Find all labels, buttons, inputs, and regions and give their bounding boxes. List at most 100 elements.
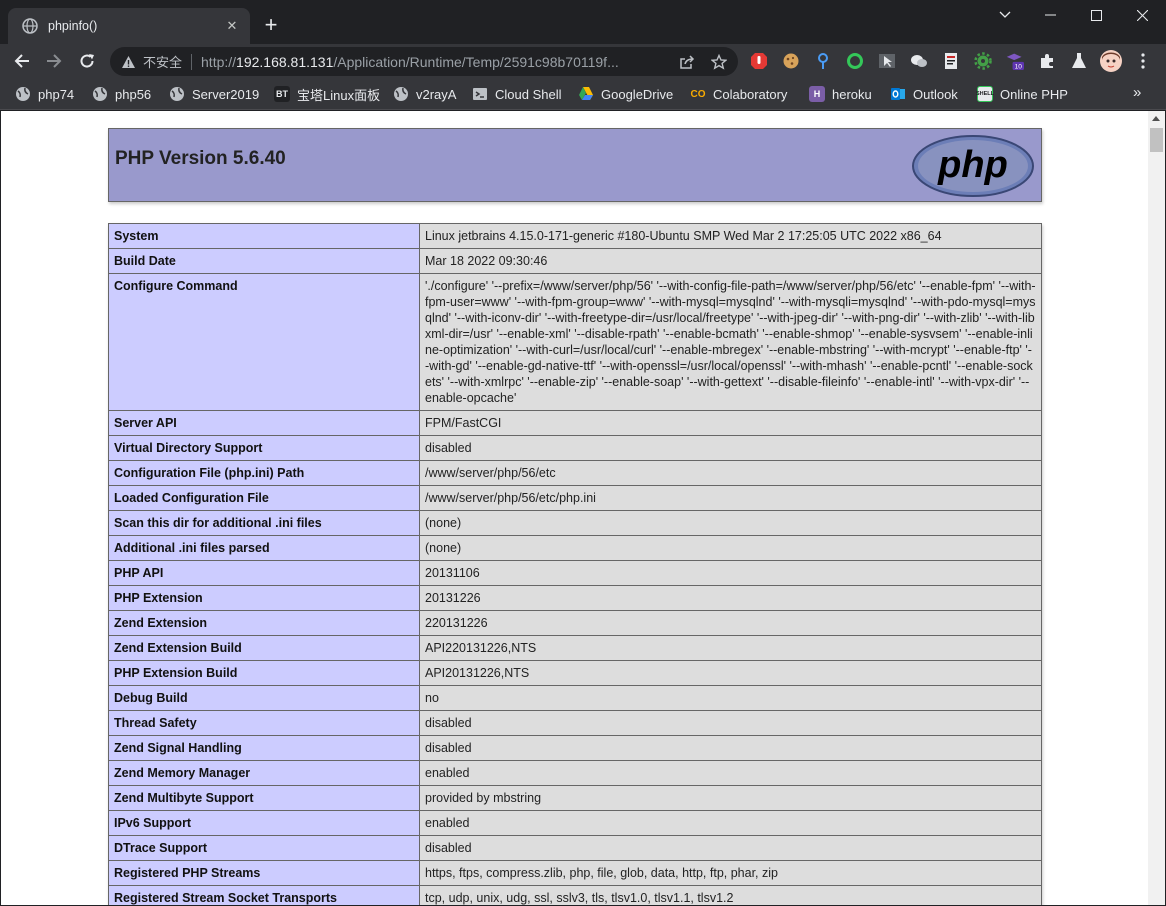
table-row: Zend Multibyte Support provided by mbstri… bbox=[108, 785, 1042, 811]
vertical-scrollbar[interactable] bbox=[1148, 111, 1165, 905]
flask-icon[interactable] bbox=[1070, 52, 1088, 70]
row-key: Zend Memory Manager bbox=[108, 760, 420, 786]
globe-icon bbox=[22, 18, 38, 34]
bookmark-label: Colaboratory bbox=[713, 86, 788, 102]
share-icon[interactable] bbox=[678, 53, 696, 71]
bookmark-label: 宝塔Linux面板 bbox=[297, 87, 381, 103]
url-scheme: http:// bbox=[201, 53, 237, 70]
browser-toolbar: 不安全 http://192.168.81.131/Application/Ru… bbox=[0, 44, 1166, 78]
scroll-up-arrow-icon[interactable] bbox=[1152, 116, 1160, 121]
minimize-icon[interactable] bbox=[1027, 0, 1073, 30]
back-icon[interactable] bbox=[8, 47, 36, 75]
php-version-header: PHP Version 5.6.40 php bbox=[108, 128, 1042, 202]
row-value: API20131226,NTS bbox=[419, 660, 1042, 686]
adblock-icon[interactable] bbox=[750, 52, 768, 70]
table-row: Loaded Configuration File/www/server/php… bbox=[108, 485, 1042, 511]
table-row: Registered PHP Streams https, ftps, compr… bbox=[108, 860, 1042, 886]
row-key: Registered PHP Streams bbox=[108, 860, 420, 886]
url-path: /Application/Runtime/Temp/2591c98b70119f… bbox=[333, 53, 619, 70]
scroll-thumb[interactable] bbox=[1150, 128, 1163, 152]
row-key: Configuration File (php.ini) Path bbox=[108, 460, 420, 486]
gear-icon[interactable] bbox=[974, 52, 992, 70]
window-close-icon[interactable] bbox=[1119, 0, 1165, 30]
bookmark-outlook[interactable]: Outlook bbox=[890, 84, 958, 104]
tab-strip: phpinfo() ✕ + bbox=[0, 0, 1166, 44]
row-key: Loaded Configuration File bbox=[108, 485, 420, 511]
bookmark-php74[interactable]: php74 bbox=[15, 84, 74, 104]
wechat-icon[interactable] bbox=[910, 52, 928, 70]
bookmark-star-icon[interactable] bbox=[710, 53, 728, 71]
bookmark-heroku[interactable]: H heroku bbox=[809, 84, 872, 104]
row-key: Debug Build bbox=[108, 685, 420, 711]
row-value: Linux jetbrains 4.15.0-171-generic #180-… bbox=[419, 223, 1042, 249]
row-value: 20131226 bbox=[419, 585, 1042, 611]
warning-icon[interactable] bbox=[120, 54, 136, 70]
table-row: Configuration File (php.ini) Path/www/se… bbox=[108, 460, 1042, 486]
close-icon[interactable]: ✕ bbox=[224, 18, 240, 34]
row-value: enabled bbox=[419, 810, 1042, 836]
forward-icon[interactable] bbox=[40, 47, 68, 75]
table-row: PHP API 20131106 bbox=[108, 560, 1042, 586]
security-label[interactable]: 不安全 bbox=[143, 52, 182, 71]
chevron-down-icon[interactable] bbox=[982, 0, 1028, 30]
tab-title: phpinfo() bbox=[48, 19, 98, 33]
notebook-icon[interactable] bbox=[942, 52, 960, 70]
globe-icon bbox=[92, 86, 108, 102]
table-row: IPv6 Support enabled bbox=[108, 810, 1042, 836]
row-key: Thread Safety bbox=[108, 710, 420, 736]
bookmark-v2raya[interactable]: v2rayA bbox=[393, 84, 456, 104]
table-row: Virtual Directory Support disabled bbox=[108, 435, 1042, 461]
cursor-icon[interactable] bbox=[878, 52, 896, 70]
row-value: './configure' '--prefix=/www/server/php/… bbox=[419, 273, 1042, 411]
avatar[interactable] bbox=[1100, 50, 1122, 72]
bookmark-label: php56 bbox=[115, 86, 152, 102]
bookmark-colaboratory[interactable]: CO Colaboratory bbox=[690, 84, 788, 104]
bookmark-server2019[interactable]: Server2019 bbox=[169, 84, 259, 104]
table-row: Scan this dir for additional .ini files(… bbox=[108, 510, 1042, 536]
shell-icon: SHELL bbox=[976, 86, 994, 102]
bookmarks-bar: php74 php56 Server2019 BT 宝塔Linux面板 v2ra… bbox=[0, 78, 1166, 110]
row-value: /www/server/php/56/etc bbox=[419, 460, 1042, 486]
chevron-double-right-icon[interactable]: » bbox=[1133, 84, 1141, 101]
green-ring-icon[interactable] bbox=[846, 52, 864, 70]
maximize-icon[interactable] bbox=[1073, 0, 1119, 30]
row-key: Server API bbox=[108, 410, 420, 436]
terminal-icon bbox=[472, 86, 488, 102]
row-key: DTrace Support bbox=[108, 835, 420, 861]
bookmark-label: v2rayA bbox=[416, 86, 457, 102]
row-key: Configure Command bbox=[108, 273, 420, 411]
tab-phpinfo[interactable]: phpinfo() ✕ bbox=[8, 8, 250, 44]
bookmark-googledrive[interactable]: GoogleDrive bbox=[578, 84, 673, 104]
extension-badge: 10 bbox=[1015, 63, 1023, 70]
info-table-body: System Linux jetbrains 4.15.0-171-generic… bbox=[108, 223, 1042, 905]
bookmark-cloud-shell[interactable]: Cloud Shell bbox=[472, 84, 562, 104]
bookmark-bt-panel[interactable]: BT 宝塔Linux面板 bbox=[274, 84, 380, 104]
location-pin-icon[interactable] bbox=[814, 52, 832, 70]
table-row: Registered Stream Socket Transports tcp, … bbox=[108, 885, 1042, 905]
reload-icon[interactable] bbox=[73, 47, 101, 75]
new-tab-button[interactable]: + bbox=[260, 14, 282, 37]
url-text[interactable]: http://192.168.81.131/Application/Runtim… bbox=[201, 54, 666, 70]
row-value: tcp, udp, unix, udg, ssl, sslv3, tls, tl… bbox=[419, 885, 1042, 905]
row-value: disabled bbox=[419, 710, 1042, 736]
row-value: (none) bbox=[419, 510, 1042, 536]
row-key: Zend Extension Build bbox=[108, 635, 420, 661]
table-row: PHP Extension 20131226 bbox=[108, 585, 1042, 611]
php-logo-text: php bbox=[937, 144, 1008, 186]
cookie-icon[interactable] bbox=[782, 52, 800, 70]
table-row: DTrace Support disabled bbox=[108, 835, 1042, 861]
address-bar[interactable]: 不安全 http://192.168.81.131/Application/Ru… bbox=[110, 47, 738, 76]
bookmark-php56[interactable]: php56 bbox=[92, 84, 151, 104]
kebab-menu-icon[interactable] bbox=[1134, 52, 1152, 70]
puzzle-icon[interactable] bbox=[1038, 52, 1056, 70]
info-table: System Linux jetbrains 4.15.0-171-generic… bbox=[108, 223, 1042, 905]
bookmark-online-php[interactable]: SHELL Online PHP bbox=[976, 84, 1068, 104]
graduation-cap-icon[interactable]: 10 bbox=[1006, 52, 1024, 70]
bookmark-label: Cloud Shell bbox=[495, 86, 562, 102]
bookmark-label: heroku bbox=[832, 86, 872, 102]
bt-icon: BT bbox=[274, 86, 290, 102]
row-key: Zend Multibyte Support bbox=[108, 785, 420, 811]
row-value: 220131226 bbox=[419, 610, 1042, 636]
row-value: https, ftps, compress.zlib, php, file, g… bbox=[419, 860, 1042, 886]
outlook-icon bbox=[890, 86, 906, 102]
